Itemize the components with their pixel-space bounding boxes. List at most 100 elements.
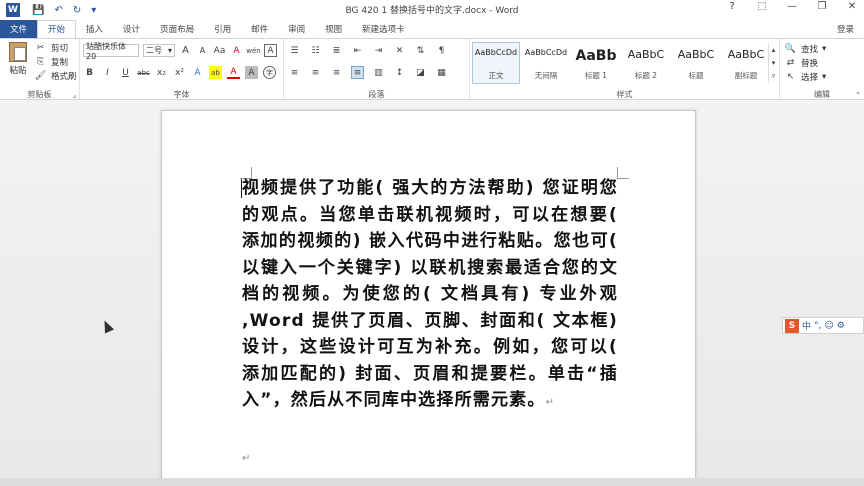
- chinese-layout-icon[interactable]: ✕: [393, 44, 406, 57]
- select-arrow-icon: ↖: [786, 71, 795, 82]
- phonetic-guide-icon[interactable]: wén: [246, 44, 260, 57]
- chevron-down-icon[interactable]: ▾: [772, 59, 776, 67]
- style-subtitle[interactable]: AaBbC 副标题: [722, 42, 770, 84]
- punctuation-icon[interactable]: °,: [814, 321, 821, 331]
- align-left-icon[interactable]: ≡: [288, 66, 301, 79]
- text-effects-icon[interactable]: A: [191, 66, 204, 79]
- paragraph-mark: ↵: [545, 397, 556, 408]
- document-page[interactable]: 视频提供了功能( 强大的方法帮助) 您证明您的观点。当您单击联机视频时，可以在想…: [161, 110, 696, 486]
- show-marks-icon[interactable]: ¶: [435, 44, 448, 57]
- login-link[interactable]: 登录: [837, 23, 854, 35]
- italic-button[interactable]: I: [101, 66, 114, 79]
- style-no-spacing[interactable]: AaBbCcDd 无间隔: [522, 42, 570, 84]
- increase-indent-icon[interactable]: ⇥: [372, 44, 385, 57]
- grow-font-icon[interactable]: A: [179, 44, 192, 57]
- ime-mode-toggle[interactable]: 中: [802, 319, 811, 332]
- justify-icon[interactable]: ≡: [351, 66, 364, 79]
- tab-view[interactable]: 视图: [315, 21, 352, 38]
- paragraph-row-2: ≡ ≡ ≡ ≡ ▥ ↕ ◪ ▦: [288, 66, 448, 79]
- tab-page-layout[interactable]: 页面布局: [150, 21, 204, 38]
- tab-mailings[interactable]: 邮件: [241, 21, 278, 38]
- style-heading-2[interactable]: AaBbC 标题 2: [622, 42, 670, 84]
- minimize-button[interactable]: —: [784, 1, 800, 12]
- sort-icon[interactable]: ⇅: [414, 44, 427, 57]
- underline-button[interactable]: U: [119, 66, 132, 79]
- subscript-button[interactable]: x₂: [155, 66, 168, 79]
- tab-references[interactable]: 引用: [204, 21, 241, 38]
- help-button[interactable]: ?: [724, 1, 740, 12]
- horizontal-scrollbar[interactable]: [0, 478, 864, 486]
- tab-review[interactable]: 审阅: [278, 21, 315, 38]
- highlight-icon[interactable]: ab: [209, 66, 222, 79]
- bold-button[interactable]: B: [83, 66, 96, 79]
- more-icon[interactable]: ▿: [772, 72, 776, 80]
- font-name-combo[interactable]: 站酷快乐体20: [83, 42, 139, 61]
- paragraph-row-1: ☰ ☷ ≣ ⇤ ⇥ ✕ ⇅ ¶: [288, 44, 448, 57]
- replace-icon: ⇄: [786, 57, 795, 68]
- ribbon-display-icon[interactable]: ⬚: [754, 1, 770, 12]
- multilevel-list-icon[interactable]: ≣: [330, 44, 343, 57]
- paste-button[interactable]: 粘贴: [6, 42, 30, 82]
- char-border-icon[interactable]: A: [264, 44, 277, 57]
- word-app-icon[interactable]: W: [6, 3, 20, 17]
- borders-icon[interactable]: ▦: [435, 66, 448, 79]
- numbering-icon[interactable]: ☷: [309, 44, 322, 57]
- find-button[interactable]: 🔍 查找 ▾: [784, 42, 826, 55]
- editing-group: 🔍 查找 ▾ ⇄ 替换 ↖ 选择 ▾ 编辑 ⌃: [780, 39, 864, 101]
- tab-insert[interactable]: 插入: [76, 21, 113, 38]
- editing-group-label: 编辑: [814, 90, 830, 99]
- font-size-combo[interactable]: 二号 ▾: [143, 44, 175, 57]
- format-painter-button[interactable]: 🖌 格式刷: [34, 69, 77, 82]
- line-spacing-icon[interactable]: ↕: [393, 66, 406, 79]
- shrink-font-icon[interactable]: A: [196, 44, 209, 57]
- tab-new[interactable]: 新建选项卡: [352, 21, 415, 38]
- clear-format-icon[interactable]: A: [230, 44, 243, 57]
- shading-icon[interactable]: ◪: [414, 66, 427, 79]
- body-paragraph[interactable]: 视频提供了功能( 强大的方法帮助) 您证明您的观点。当您单击联机视频时，可以在想…: [242, 175, 618, 417]
- char-shading-icon[interactable]: A: [245, 66, 258, 79]
- align-right-icon[interactable]: ≡: [330, 66, 343, 79]
- decrease-indent-icon[interactable]: ⇤: [351, 44, 364, 57]
- replace-button[interactable]: ⇄ 替换: [784, 56, 818, 69]
- close-button[interactable]: ✕: [844, 1, 860, 12]
- save-icon[interactable]: 💾: [32, 5, 44, 16]
- tab-design[interactable]: 设计: [113, 21, 150, 38]
- superscript-button[interactable]: x²: [173, 66, 186, 79]
- tab-file[interactable]: 文件: [0, 20, 38, 38]
- document-area[interactable]: 视频提供了功能( 强大的方法帮助) 您证明您的观点。当您单击联机视频时，可以在想…: [0, 100, 864, 486]
- change-case-icon[interactable]: Aa: [213, 44, 226, 57]
- chevron-down-icon: ▾: [167, 46, 172, 55]
- select-label: 选择: [801, 72, 819, 83]
- strikethrough-button[interactable]: abc: [137, 66, 150, 79]
- restore-button[interactable]: ❐: [814, 1, 830, 12]
- cut-button[interactable]: ✂ 剪切: [34, 41, 68, 54]
- tab-home[interactable]: 开始: [37, 20, 77, 39]
- ime-toolbar[interactable]: S 中 °, ☺ ⚙: [782, 317, 864, 334]
- dialog-launcher-icon[interactable]: ⌟: [73, 91, 76, 99]
- distributed-icon[interactable]: ▥: [372, 66, 385, 79]
- chevron-up-icon[interactable]: ▴: [772, 46, 776, 54]
- emoji-icon[interactable]: ☺: [824, 321, 833, 331]
- style-normal[interactable]: AaBbCcDd 正文: [472, 42, 520, 84]
- collapse-ribbon-icon[interactable]: ⌃: [855, 91, 861, 99]
- empty-paragraph-mark[interactable]: ↵: [242, 453, 250, 464]
- font-color-icon[interactable]: A: [227, 66, 240, 79]
- align-center-icon[interactable]: ≡: [309, 66, 322, 79]
- paragraph-group: ☰ ☷ ≣ ⇤ ⇥ ✕ ⇅ ¶ ≡ ≡ ≡ ≡ ▥ ↕ ◪ ▦ 段落: [284, 39, 470, 101]
- customize-qat-icon[interactable]: ▾: [91, 5, 96, 16]
- cut-label: 剪切: [51, 43, 69, 54]
- undo-icon[interactable]: ↶: [54, 5, 62, 16]
- copy-button[interactable]: ⎘ 复制: [34, 55, 68, 68]
- redo-icon[interactable]: ↻: [73, 5, 81, 16]
- settings-icon[interactable]: ⚙: [837, 321, 845, 331]
- style-heading-1[interactable]: AaBb 标题 1: [572, 42, 620, 84]
- sogou-logo-icon[interactable]: S: [785, 318, 799, 333]
- select-button[interactable]: ↖ 选择 ▾: [784, 70, 827, 83]
- style-title[interactable]: AaBbC 标题: [672, 42, 720, 84]
- paste-icon: [9, 42, 27, 62]
- styles-scroll[interactable]: ▴ ▾ ▿: [768, 43, 778, 83]
- enclose-char-icon[interactable]: 字: [263, 66, 276, 79]
- chevron-down-icon: ▾: [822, 43, 827, 54]
- bullets-icon[interactable]: ☰: [288, 44, 301, 57]
- style-preview: AaBb: [575, 48, 617, 64]
